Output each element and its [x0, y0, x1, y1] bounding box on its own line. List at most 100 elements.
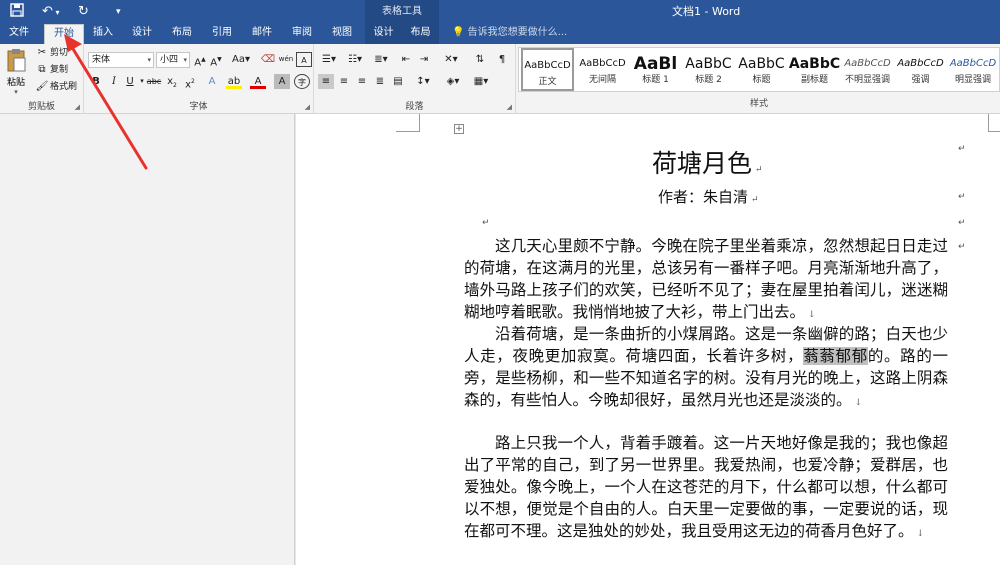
- cell-end-mark-icon: ↵: [958, 192, 966, 202]
- tab-references[interactable]: 引用: [206, 24, 238, 44]
- style-preview: AaBbCcD: [897, 58, 944, 69]
- numbering-icon[interactable]: ☷▾: [344, 52, 366, 67]
- tab-view[interactable]: 视图: [326, 24, 358, 44]
- phonetic-guide-icon[interactable]: wén: [278, 52, 294, 67]
- tab-file[interactable]: 文件: [4, 24, 34, 44]
- bullets-icon[interactable]: ☰▾: [318, 52, 340, 67]
- grow-font-icon[interactable]: A▲: [192, 52, 208, 68]
- font-name-combo[interactable]: 宋体 ▾: [88, 52, 154, 68]
- margin-corner-mark: [988, 114, 1000, 132]
- sort-icon[interactable]: ⇅: [472, 52, 488, 67]
- line-spacing-icon[interactable]: ↕▾: [412, 74, 434, 89]
- font-size-combo[interactable]: 小四 ▾: [156, 52, 190, 68]
- cell-end-mark-icon: ↵: [958, 218, 966, 228]
- style-name: 正文: [538, 77, 557, 87]
- style-item-subtle-emphasis[interactable]: AaBbCcD 不明显强调: [841, 48, 894, 91]
- document-page[interactable]: + 荷塘月色 ↵ 作者：朱自清 ↵ ↵ 这几天心里颇不宁静。今晚在院子里坐着乘凉，忽…: [296, 114, 1000, 565]
- paragraph-3: 路上只我一个人，背着手踱着。这一片天地好像是我的；我也像超出了平常的自己，到了另…: [464, 432, 948, 545]
- enclose-characters-icon[interactable]: 字: [294, 74, 310, 89]
- style-item-heading-1[interactable]: AaBl 标题 1: [629, 48, 682, 91]
- paste-button[interactable]: 粘贴 ▾: [4, 48, 28, 96]
- copy-label: 复制: [50, 65, 69, 75]
- decrease-indent-icon[interactable]: ⇤: [398, 52, 414, 67]
- style-preview: AaBbC: [738, 56, 785, 72]
- style-item-heading-2[interactable]: AaBbC 标题 2: [682, 48, 735, 91]
- paragraph-mark-icon: ↓: [808, 310, 816, 320]
- ribbon: 粘贴 ▾ ✂ 剪切 ⧉ 复制 🖌 格式刷 剪贴板 ◢ 宋体 ▾ 小四 ▾ A▲ A▼ Aa…: [0, 44, 1000, 114]
- customize-qat-icon[interactable]: ▾: [116, 3, 121, 21]
- tab-home[interactable]: 开始: [44, 24, 84, 44]
- justify-icon[interactable]: ≣: [372, 74, 388, 89]
- copy-button[interactable]: ⧉ 复制: [34, 63, 68, 77]
- tab-table-layout[interactable]: 布局: [402, 24, 439, 44]
- show-marks-icon[interactable]: ¶: [494, 52, 510, 67]
- style-item-title[interactable]: AaBbC 标题: [735, 48, 788, 91]
- distributed-icon[interactable]: ▤: [390, 74, 406, 89]
- title-bar: ↶ ▾ ↻ ▾ 表格工具 文档1 - Word: [0, 0, 1000, 24]
- tab-insert[interactable]: 插入: [88, 24, 118, 44]
- font-launcher-icon[interactable]: ◢: [305, 103, 310, 111]
- table-move-handle-icon[interactable]: +: [454, 124, 464, 134]
- tab-layout[interactable]: 布局: [166, 24, 198, 44]
- style-item-subtitle[interactable]: AaBbC 副标题: [788, 48, 841, 91]
- paragraph-text: 这几天心里颇不宁静。今晚在院子里坐着乘凉，忽然想起日日走过的荷塘，在这满月的光里…: [464, 237, 948, 321]
- highlight-color-icon[interactable]: ab: [226, 74, 242, 89]
- format-painter-button[interactable]: 🖌 格式刷: [34, 80, 77, 94]
- redo-icon[interactable]: ↻: [78, 3, 89, 21]
- tab-mailings[interactable]: 邮件: [246, 24, 278, 44]
- undo-icon[interactable]: ↶ ▾: [42, 3, 59, 21]
- multilevel-list-icon[interactable]: ≣▾: [370, 52, 392, 67]
- cut-button[interactable]: ✂ 剪切: [34, 46, 68, 60]
- tab-design[interactable]: 设计: [126, 24, 158, 44]
- document-title: 荷塘月色 ↵: [652, 144, 763, 180]
- clipboard-launcher-icon[interactable]: ◢: [75, 103, 80, 111]
- tell-me-box[interactable]: 💡 告诉我您想要做什么...: [452, 24, 567, 44]
- chevron-down-icon: ▾: [147, 56, 151, 64]
- paragraph-mark-icon: ↓: [854, 398, 863, 408]
- text-effects-icon[interactable]: A: [204, 74, 220, 89]
- paragraph-group: ☰▾ ☷▾ ≣▾ ⇤ ⇥ ✕▾ ⇅ ¶ ≡ ≡ ≡ ≣ ▤ ↕▾ ◈▾ ▦▾ 段…: [314, 44, 516, 114]
- table-tools-context-title: 表格工具: [365, 0, 439, 24]
- style-item-normal[interactable]: AaBbCcD 正文: [521, 48, 574, 91]
- subscript-icon[interactable]: x2: [164, 74, 180, 89]
- style-name: 无间隔: [588, 75, 616, 85]
- cut-label: 剪切: [50, 48, 69, 58]
- paragraph-mark-icon: ↓: [916, 529, 925, 539]
- character-border-icon[interactable]: A: [296, 52, 312, 67]
- style-name: 不明显强调: [844, 75, 890, 85]
- clear-formatting-icon[interactable]: ⌫: [260, 52, 276, 67]
- strikethrough-icon[interactable]: abc: [146, 74, 162, 89]
- character-shading-icon[interactable]: A: [274, 74, 290, 89]
- selected-text[interactable]: 蓊蓊郁郁: [803, 347, 868, 365]
- shading-icon[interactable]: ◈▾: [442, 74, 464, 89]
- superscript-icon[interactable]: x2: [182, 74, 198, 90]
- tab-table-design[interactable]: 设计: [365, 24, 402, 44]
- document-author: 作者：朱自清 ↵: [658, 186, 759, 207]
- tab-review[interactable]: 审阅: [286, 24, 318, 44]
- shrink-font-icon[interactable]: A▼: [208, 52, 224, 68]
- align-left-icon[interactable]: ≡: [318, 74, 334, 89]
- style-name: 副标题: [800, 75, 828, 85]
- clipboard-group-label: 剪贴板: [27, 102, 55, 112]
- cell-end-mark-icon: ↵: [958, 242, 966, 252]
- italic-icon[interactable]: I: [106, 74, 122, 89]
- bold-icon[interactable]: B: [88, 74, 104, 89]
- align-center-icon[interactable]: ≡: [336, 74, 352, 89]
- save-icon[interactable]: [10, 3, 24, 21]
- change-case-icon[interactable]: Aa▾: [230, 52, 252, 67]
- align-right-icon[interactable]: ≡: [354, 74, 370, 89]
- style-item-no-spacing[interactable]: AaBbCcD 无间隔: [576, 48, 629, 91]
- borders-icon[interactable]: ▦▾: [470, 74, 492, 89]
- chinese-layout-icon[interactable]: ✕▾: [440, 52, 462, 67]
- style-item-emphasis[interactable]: AaBbCcD 强调: [894, 48, 947, 91]
- increase-indent-icon[interactable]: ⇥: [416, 52, 432, 67]
- cell-end-mark-icon: ↵: [958, 144, 966, 154]
- style-preview: AaBl: [633, 54, 678, 74]
- style-name: 标题: [752, 75, 771, 85]
- font-color-icon[interactable]: A: [250, 74, 266, 89]
- font-group-label: 字体: [189, 102, 208, 112]
- paragraph-launcher-icon[interactable]: ◢: [507, 103, 512, 111]
- paste-dropdown-icon: ▾: [14, 88, 18, 96]
- style-item-intense-emphasis[interactable]: AaBbCcD 明显强调: [947, 48, 999, 91]
- style-preview: AaBbC: [788, 56, 841, 72]
